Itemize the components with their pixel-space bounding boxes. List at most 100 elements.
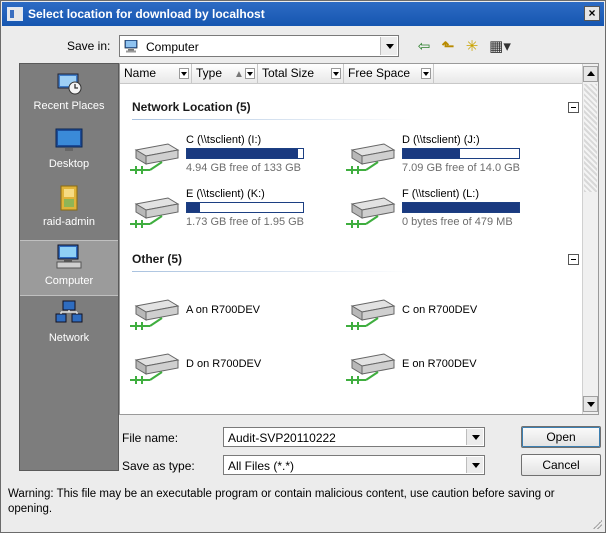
drive-usage-fill xyxy=(403,203,519,212)
drive-name: E on R700DEV xyxy=(402,358,477,370)
network-drive-icon xyxy=(130,299,180,330)
drive-free-space: 0 bytes free of 479 MB xyxy=(402,216,513,228)
back-button[interactable]: ⇦ xyxy=(413,35,435,57)
collapse-group-icon[interactable] xyxy=(568,254,579,265)
drive-name: F (\\tsclient) (L:) xyxy=(402,188,480,200)
scrollbar-track[interactable] xyxy=(584,84,597,192)
network-drive-icon xyxy=(130,197,180,228)
scroll-up-icon[interactable] xyxy=(583,66,598,82)
security-warning: Warning: This file may be an executable … xyxy=(8,488,555,515)
network-drive-icon xyxy=(346,143,396,174)
chevron-down-icon[interactable] xyxy=(179,68,189,79)
drive-usage-bar xyxy=(186,148,304,159)
drive-usage-fill xyxy=(187,203,200,212)
collapse-group-icon[interactable] xyxy=(568,102,579,113)
window-icon xyxy=(7,7,23,21)
up-folder-button[interactable]: ⬑ xyxy=(437,35,459,57)
drive-usage-bar xyxy=(402,148,520,159)
save-dialog: Select location for download by localhos… xyxy=(0,0,606,533)
drive-name: D on R700DEV xyxy=(186,358,262,370)
place-desktop[interactable]: Desktop xyxy=(20,124,118,180)
sort-ascending-icon: ▲ xyxy=(234,69,244,80)
resize-grip-icon[interactable] xyxy=(592,519,602,529)
file-name-input[interactable]: Audit-SVP20110222 xyxy=(223,427,485,447)
drive-usage-bar xyxy=(402,202,520,213)
drive-name: D (\\tsclient) (J:) xyxy=(402,134,480,146)
column-label: Free Space xyxy=(348,66,411,80)
chevron-down-icon[interactable] xyxy=(466,429,483,445)
column-header: Name Type ▲ Total Size Free Space xyxy=(120,64,584,84)
save-as-type-value: All Files (*.*) xyxy=(228,459,295,473)
drive-item[interactable]: D (\\tsclient) (J:) 7.09 GB free of 14.0… xyxy=(344,134,564,180)
drive-item[interactable]: E on R700DEV xyxy=(344,344,564,390)
drive-free-space: 4.94 GB free of 133 GB xyxy=(186,162,301,174)
network-drive-icon xyxy=(346,197,396,228)
drive-name: A on R700DEV xyxy=(186,304,260,316)
user-folder-icon xyxy=(60,185,78,211)
column-label: Total Size xyxy=(262,66,315,80)
file-name-label: File name: xyxy=(122,431,179,445)
drive-name: C (\\tsclient) (I:) xyxy=(186,134,262,146)
drive-item[interactable]: C (\\tsclient) (I:) 4.94 GB free of 133 … xyxy=(128,134,348,180)
drive-item[interactable]: C on R700DEV xyxy=(344,290,564,336)
network-drive-icon xyxy=(130,353,180,384)
drive-usage-bar xyxy=(186,202,304,213)
drive-item[interactable]: D on R700DEV xyxy=(128,344,348,390)
window-title: Select location for download by localhos… xyxy=(28,7,265,21)
column-type[interactable]: Type ▲ xyxy=(192,64,258,84)
computer-icon xyxy=(124,40,138,53)
save-as-type-label: Save as type: xyxy=(122,459,195,473)
drive-item[interactable]: F (\\tsclient) (L:) 0 bytes free of 479 … xyxy=(344,188,564,234)
chevron-down-icon[interactable] xyxy=(331,68,341,79)
drive-name: E (\\tsclient) (K:) xyxy=(186,188,265,200)
place-label: Desktop xyxy=(48,158,90,170)
drive-free-space: 1.73 GB free of 1.95 GB xyxy=(186,216,305,228)
column-label: Name xyxy=(124,66,157,80)
network-icon xyxy=(55,300,83,323)
group-divider xyxy=(132,119,412,120)
save-in-label: Save in: xyxy=(67,39,111,53)
computer-icon xyxy=(56,244,82,269)
drive-name: C on R700DEV xyxy=(402,304,478,316)
network-drive-icon xyxy=(346,299,396,330)
cancel-button[interactable]: Cancel xyxy=(521,454,601,476)
place-user-folder[interactable]: raid-admin xyxy=(20,182,118,238)
drive-item[interactable]: A on R700DEV xyxy=(128,290,348,336)
drive-free-space: 7.09 GB free of 14.0 GB xyxy=(402,162,521,174)
save-in-value: Computer xyxy=(146,40,199,54)
group-other[interactable]: Other (5) xyxy=(132,252,182,266)
place-computer[interactable]: Computer xyxy=(20,240,118,296)
open-button[interactable]: Open xyxy=(521,426,601,448)
drive-usage-fill xyxy=(403,149,460,158)
chevron-down-icon[interactable] xyxy=(380,37,397,55)
save-as-type-select[interactable]: All Files (*.*) xyxy=(223,455,485,475)
drive-item[interactable]: E (\\tsclient) (K:) 1.73 GB free of 1.95… xyxy=(128,188,348,234)
chevron-down-icon[interactable] xyxy=(245,68,255,79)
column-free-space[interactable]: Free Space xyxy=(344,64,434,84)
file-name-value: Audit-SVP20110222 xyxy=(228,431,336,445)
recent-places-icon xyxy=(57,73,82,95)
place-recent-places[interactable]: Recent Places xyxy=(20,66,118,122)
network-drive-icon xyxy=(346,353,396,384)
file-list-view[interactable]: Name Type ▲ Total Size Free Space Networ… xyxy=(119,63,599,415)
vertical-scrollbar[interactable] xyxy=(582,64,598,414)
column-total-size[interactable]: Total Size xyxy=(258,64,344,84)
column-name[interactable]: Name xyxy=(120,64,192,84)
save-in-dropdown[interactable]: Computer xyxy=(119,35,399,57)
new-folder-button[interactable]: ✳ xyxy=(461,35,483,57)
place-label: Network xyxy=(48,332,90,344)
network-drive-icon xyxy=(130,143,180,174)
chevron-down-icon[interactable] xyxy=(421,68,431,79)
places-bar: Recent Places Desktop raid-admin Compute… xyxy=(19,63,119,471)
place-label: Recent Places xyxy=(33,100,105,112)
scroll-down-icon[interactable] xyxy=(583,396,598,412)
drive-usage-fill xyxy=(187,149,299,158)
title-bar: Select location for download by localhos… xyxy=(2,2,604,26)
views-menu-button[interactable]: ▦▾ xyxy=(485,35,515,57)
column-label: Type xyxy=(196,66,223,80)
chevron-down-icon[interactable] xyxy=(466,457,483,473)
close-button[interactable]: × xyxy=(584,6,600,21)
place-network[interactable]: Network xyxy=(20,298,118,354)
group-divider xyxy=(132,271,412,272)
group-network-location[interactable]: Network Location (5) xyxy=(132,100,251,114)
